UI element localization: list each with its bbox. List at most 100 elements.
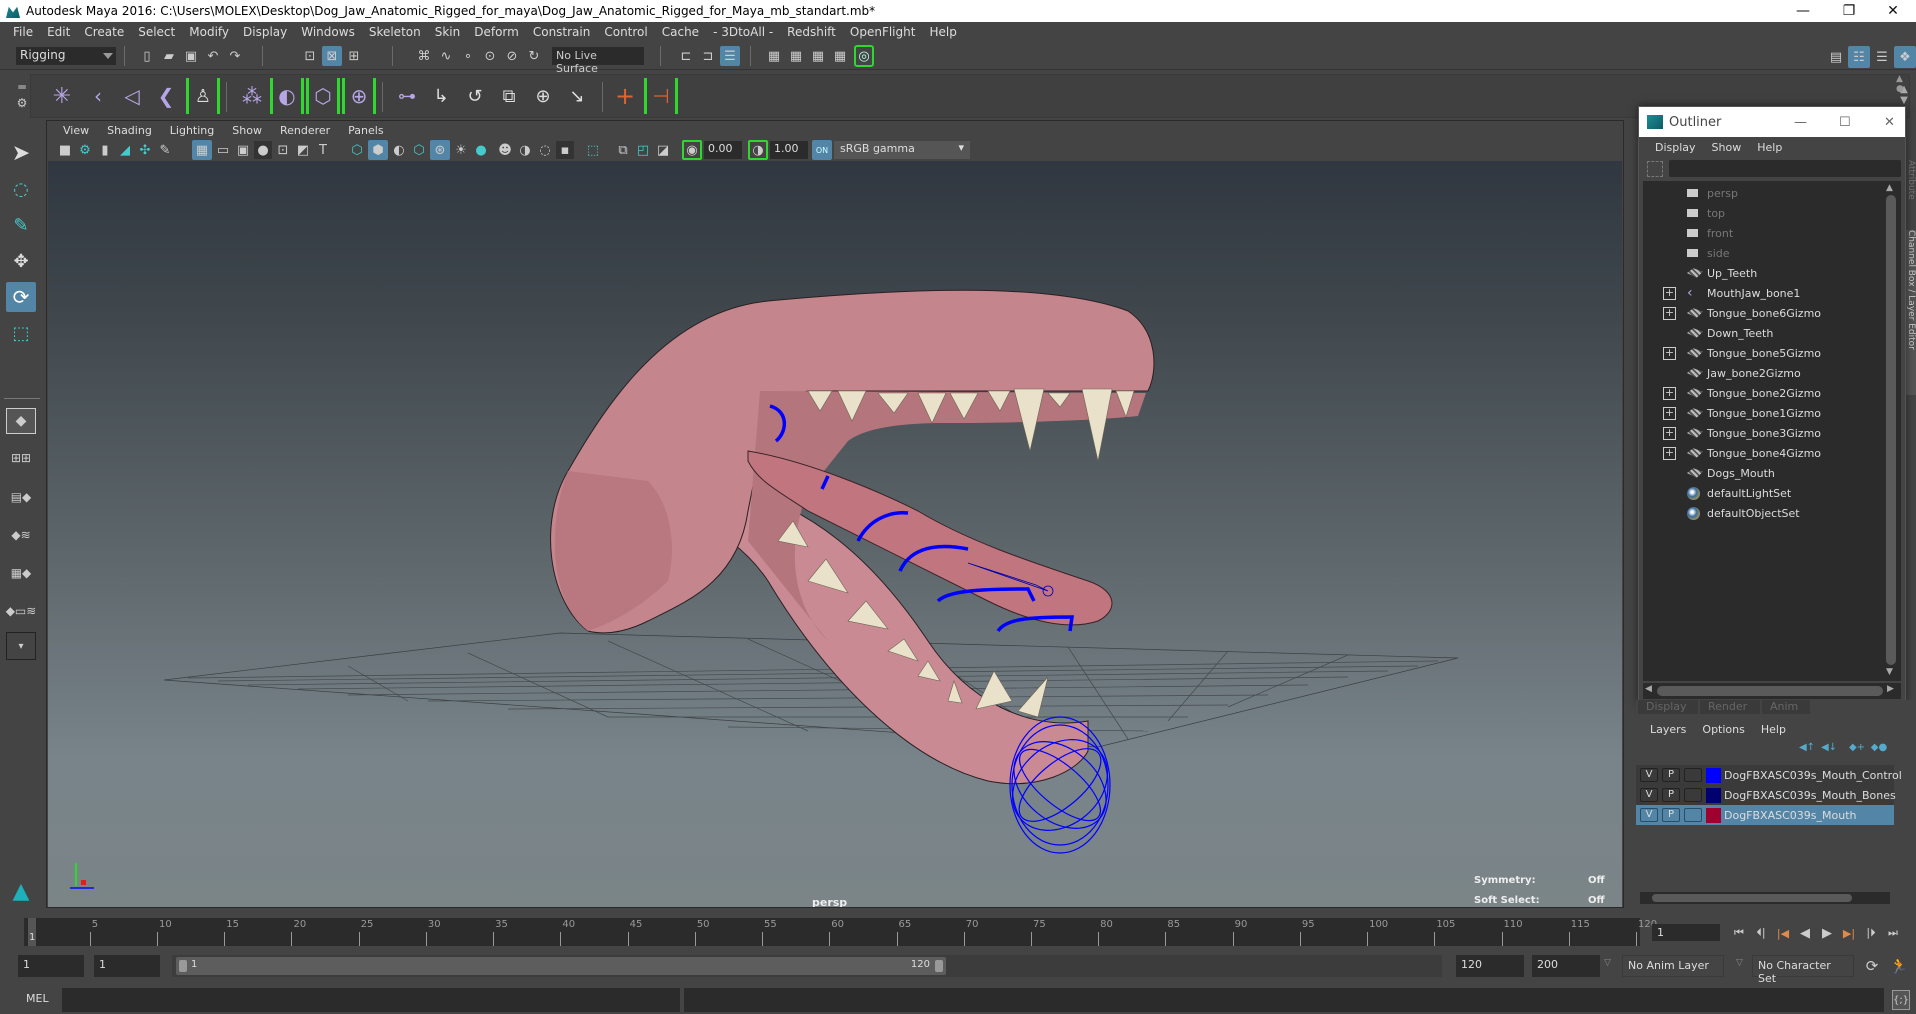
panel-menu-view[interactable]: View — [54, 124, 98, 137]
anim-layer-dropdown[interactable]: No Anim Layer — [1622, 955, 1724, 977]
view-transform-dropdown[interactable]: sRGB gamma ▾ — [834, 141, 970, 159]
cluster-icon[interactable]: ⊕ — [342, 78, 376, 114]
scroll-right-icon[interactable]: ▶ — [1887, 684, 1894, 694]
rotate-tool-icon[interactable]: ⟳ — [6, 282, 36, 312]
menu-deform[interactable]: Deform — [467, 25, 526, 39]
ik-handle-icon[interactable]: ❮ — [152, 80, 180, 112]
outliner-item-defaultlightset[interactable]: defaultLightSet — [1643, 483, 1883, 503]
command-language-label[interactable]: MEL — [26, 992, 49, 1005]
outliner-item-front[interactable]: front — [1643, 223, 1883, 243]
aim-constraint-icon[interactable]: ⊕ — [528, 80, 558, 112]
layer-display-type-toggle[interactable] — [1684, 808, 1702, 822]
layer-color-swatch[interactable] — [1706, 807, 1721, 823]
outliner-item-tongue-bone6gizmo[interactable]: + Tongue_bone6Gizmo — [1643, 303, 1883, 323]
create-joints-icon[interactable]: ✳ — [48, 80, 76, 112]
xray-joints-icon[interactable]: ⧉ — [614, 141, 632, 159]
new-layer-icon[interactable]: ◆+ — [1848, 740, 1866, 754]
time-ruler[interactable]: 1 5 10 15 20 25 30 35 40 45 50 55 60 65 70 75 80 85 90 95 1… — [24, 918, 1657, 946]
menu-cache[interactable]: Cache — [655, 25, 706, 39]
menu-select[interactable]: Select — [131, 25, 182, 39]
layer-playback-toggle[interactable]: P — [1662, 808, 1680, 822]
outliner-item-persp[interactable]: persp — [1643, 183, 1883, 203]
select-hierarchy-icon[interactable]: ⊡ — [300, 46, 320, 66]
2d-pan-zoom-icon[interactable]: ✣ — [136, 141, 154, 159]
select-camera-icon[interactable]: ■ — [56, 141, 74, 159]
snap-projected-icon[interactable]: ⊙ — [480, 46, 500, 66]
locator-icon[interactable]: + — [610, 80, 640, 112]
script-editor-icon[interactable]: {;} — [1892, 990, 1910, 1010]
outliner-item-defaultobjectset[interactable]: defaultObjectSet — [1643, 503, 1883, 523]
gamma-field[interactable]: 1.00 — [770, 141, 808, 159]
select-component-icon[interactable]: ⊞ — [344, 46, 364, 66]
outliner-maximize-button[interactable]: ☐ — [1839, 115, 1851, 130]
outliner-hscrollbar[interactable]: ◀ ▶ — [1643, 683, 1901, 699]
select-object-icon[interactable]: ⊠ — [322, 46, 342, 66]
layer-display-type-toggle[interactable] — [1684, 768, 1702, 782]
outliner-item-down-teeth[interactable]: Down_Teeth — [1643, 323, 1883, 343]
graph-persp-layout-icon[interactable]: ◆≋ — [6, 520, 36, 550]
isolate-select-icon[interactable]: ⬚ — [584, 141, 602, 159]
menu-create[interactable]: Create — [77, 25, 131, 39]
snap-curve-icon[interactable]: ∿ — [436, 46, 456, 66]
expand-icon[interactable]: + — [1663, 386, 1676, 400]
grid-toggle-icon[interactable]: ▦ — [192, 140, 212, 160]
exposure-icon[interactable]: ◉ — [682, 140, 702, 160]
playback-end-field[interactable]: 120 — [1456, 955, 1524, 977]
range-slider[interactable]: 1 120 — [176, 957, 946, 975]
go-to-end-icon[interactable]: ⏭ — [1884, 924, 1902, 942]
orient-constraint-icon[interactable]: ↺ — [460, 80, 490, 112]
chevron-down-icon[interactable]: ▽ — [1604, 958, 1611, 968]
parent-constraint-icon[interactable]: ⊶ — [392, 80, 422, 112]
outliner-item-tongue-bone4gizmo[interactable]: + Tongue_bone4Gizmo — [1643, 443, 1883, 463]
layer-row-mouth-bones[interactable]: V P DogFBXASC039s_Mouth_Bones — [1636, 785, 1896, 805]
expand-icon[interactable]: + — [1663, 346, 1676, 360]
playback-start-field[interactable]: 1 — [94, 955, 160, 977]
layer-row-mouth[interactable]: V P DogFBXASC039s_Mouth — [1636, 805, 1894, 825]
wireframe-icon[interactable]: ⬡ — [348, 141, 366, 159]
bookmark-icon[interactable]: ▮ — [96, 141, 114, 159]
live-surface-field[interactable]: No Live Surface — [552, 47, 644, 75]
more-layouts-button[interactable]: ▾ — [6, 632, 36, 660]
go-to-start-icon[interactable]: ⏮ — [1730, 924, 1748, 942]
layer-playback-toggle[interactable]: P — [1662, 788, 1680, 802]
panel-menu-shading[interactable]: Shading — [98, 124, 161, 137]
chevron-down-icon[interactable]: ▽ — [1736, 958, 1743, 968]
outliner-item-side[interactable]: side — [1643, 243, 1883, 263]
xray-active-icon[interactable]: ◰ — [634, 141, 652, 159]
outliner-minimize-button[interactable]: — — [1794, 115, 1807, 130]
layer-visibility-toggle[interactable]: V — [1640, 788, 1658, 802]
current-frame-field[interactable]: 1 — [1652, 924, 1720, 941]
menu-redshift[interactable]: Redshift — [780, 25, 843, 39]
snap-live-icon[interactable]: ↻ — [524, 46, 544, 66]
step-back-frame-icon[interactable]: ⏴| — [1752, 924, 1770, 942]
render-settings-icon[interactable]: ▦ — [830, 46, 850, 66]
menu-openflight[interactable]: OpenFlight — [843, 25, 923, 39]
select-tool-icon[interactable]: ➤ — [6, 138, 36, 168]
pole-vector-constraint-icon[interactable]: ↘ — [562, 80, 592, 112]
four-pane-layout-icon[interactable]: ⊞⊞ — [6, 444, 36, 472]
layer-hscrollbar[interactable] — [1640, 892, 1890, 904]
scroll-left-icon[interactable]: ◀ — [1645, 684, 1652, 694]
tool-settings-icon[interactable]: ☰ — [1872, 46, 1892, 68]
menu-set-selector[interactable]: Rigging — [16, 47, 116, 65]
layer-visibility-toggle[interactable]: V — [1640, 768, 1658, 782]
outliner-menu-help[interactable]: Help — [1749, 141, 1790, 154]
shadows-icon[interactable]: ☀ — [452, 141, 470, 159]
input-ops-icon[interactable]: ⊏ — [676, 46, 696, 66]
menu-modify[interactable]: Modify — [182, 25, 236, 39]
move-layer-down-icon[interactable]: ◀↓ — [1820, 740, 1838, 754]
menu-windows[interactable]: Windows — [294, 25, 362, 39]
outliner-menu-display[interactable]: Display — [1647, 141, 1704, 154]
safe-title-icon[interactable]: T — [314, 141, 332, 159]
open-scene-icon[interactable]: ▰ — [160, 46, 178, 66]
camera-based-selection-icon[interactable]: ◪ — [654, 141, 672, 159]
play-forward-icon[interactable]: ▶ — [1818, 924, 1836, 942]
play-backward-icon[interactable]: ◀ — [1796, 924, 1814, 942]
move-tool-icon[interactable]: ✥ — [6, 246, 36, 276]
shelf-settings-icon[interactable]: ⚙ — [14, 96, 30, 110]
expand-icon[interactable]: + — [1663, 306, 1676, 320]
single-pane-layout-icon[interactable]: ◆ — [6, 408, 36, 434]
redo-icon[interactable]: ↷ — [226, 46, 244, 66]
use-all-lights-icon[interactable]: ⊛ — [430, 140, 450, 160]
outliner-persp-layout-icon[interactable]: ▤◆ — [6, 482, 36, 512]
